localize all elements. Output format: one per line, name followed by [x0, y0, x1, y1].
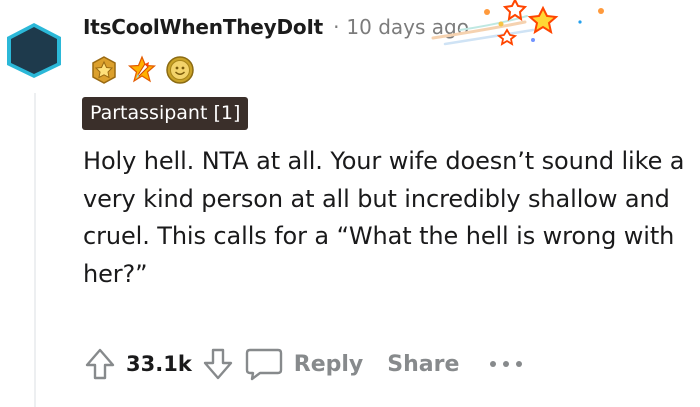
avatar[interactable]: [2, 20, 66, 80]
reply-button[interactable]: Reply: [244, 346, 364, 382]
upvote-button[interactable]: [78, 342, 122, 386]
vote-count: 33.1k: [126, 352, 192, 376]
username-link[interactable]: ItsCoolWhenTheyDoIt: [83, 15, 323, 39]
comment: ItsCoolWhenTheyDoIt · 10 days ago Partas…: [0, 0, 700, 407]
comment-body: Holy hell. NTA at all. Your wife doesn’t…: [83, 147, 685, 288]
reply-label: Reply: [293, 351, 364, 377]
comment-actions: 33.1k Reply Share: [78, 340, 523, 388]
more-dots-icon: [490, 361, 523, 367]
downvote-button[interactable]: [196, 342, 240, 386]
gold-coin-award-icon[interactable]: [165, 55, 195, 85]
comment-bubble-icon: [245, 348, 282, 381]
awards-row: [89, 55, 195, 85]
timestamp[interactable]: 10 days ago: [346, 15, 469, 39]
share-button[interactable]: Share: [387, 352, 459, 377]
user-flair: Partassipant [1]: [82, 97, 249, 130]
meta-separator: ·: [333, 15, 340, 39]
comment-header: ItsCoolWhenTheyDoIt · 10 days ago: [83, 12, 469, 42]
share-label: Share: [387, 351, 460, 377]
downvote-arrow-icon: [203, 348, 232, 380]
thread-line[interactable]: [34, 93, 36, 407]
more-options-button[interactable]: [489, 342, 523, 386]
upvote-arrow-icon: [85, 348, 115, 380]
rocket-star-award-icon[interactable]: [127, 55, 157, 85]
gold-star-award-icon[interactable]: [89, 55, 119, 85]
